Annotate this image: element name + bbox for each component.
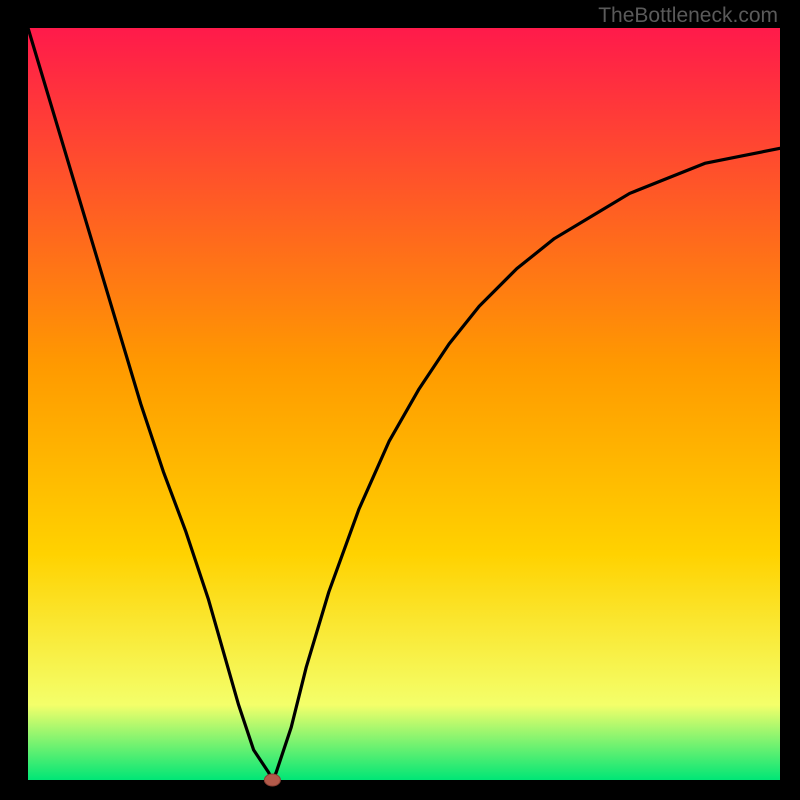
minimum-marker [264,774,280,786]
chart-stage: TheBottleneck.com [0,0,800,800]
bottleneck-chart [0,0,800,800]
